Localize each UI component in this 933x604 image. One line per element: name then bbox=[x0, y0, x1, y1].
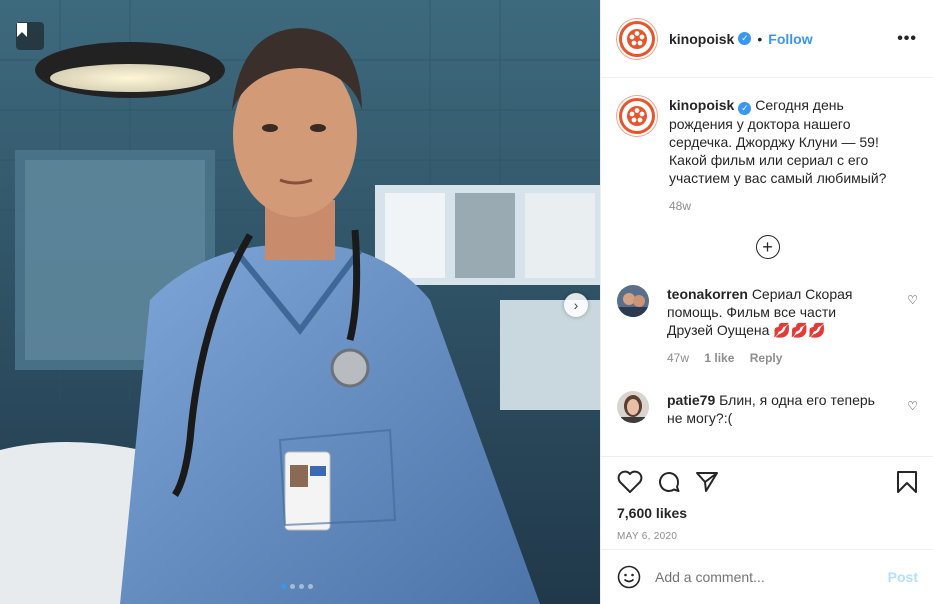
comment-text-block: teonakorren Сериал Скорая помощь. Фильм … bbox=[667, 285, 877, 339]
caption-author-avatar[interactable] bbox=[617, 96, 657, 136]
caption-timestamp[interactable]: 48w bbox=[669, 199, 918, 213]
share-paper-plane-icon[interactable] bbox=[695, 470, 719, 494]
likes-count[interactable]: 7,600 likes bbox=[617, 505, 918, 521]
follow-button[interactable]: Follow bbox=[768, 31, 812, 47]
comment-bubble-icon[interactable] bbox=[657, 470, 681, 494]
post-date[interactable]: MAY 6, 2020 bbox=[617, 531, 918, 542]
author-username[interactable]: kinopoisk bbox=[669, 31, 734, 47]
like-heart-icon[interactable] bbox=[617, 470, 643, 494]
post-header: kinopoisk ✓ • Follow ••• bbox=[601, 0, 933, 78]
post-caption: kinopoisk ✓ Сегодня день рождения у докто… bbox=[617, 96, 918, 187]
bookmark-badge-icon bbox=[16, 22, 44, 50]
verified-badge-icon: ✓ bbox=[738, 32, 752, 45]
comment-timestamp[interactable]: 47w bbox=[667, 351, 689, 365]
comment-username[interactable]: teonakorren bbox=[667, 286, 748, 302]
add-comment-input[interactable] bbox=[655, 569, 888, 585]
comment-item: teonakorren Сериал Скорая помощь. Фильм … bbox=[617, 285, 918, 339]
kinopoisk-logo-icon bbox=[622, 23, 652, 54]
carousel-dot bbox=[281, 584, 286, 589]
commenter-avatar[interactable] bbox=[617, 285, 649, 317]
comment-meta: 47w 1 like Reply bbox=[667, 351, 918, 365]
author-avatar[interactable] bbox=[617, 18, 657, 59]
comment-item: patie79 Блин, я одна его теперь не могу?… bbox=[617, 391, 918, 427]
like-comment-heart-icon[interactable]: ♡ bbox=[907, 293, 918, 307]
carousel-dot bbox=[308, 584, 313, 589]
comment-emoji: 💋💋💋 bbox=[773, 322, 826, 338]
like-comment-heart-icon[interactable]: ♡ bbox=[907, 399, 918, 413]
add-comment-bar: Post bbox=[601, 549, 933, 604]
photo-illustration bbox=[0, 0, 600, 604]
post-comment-button[interactable]: Post bbox=[888, 569, 918, 585]
comment-likes-count[interactable]: 1 like bbox=[704, 351, 734, 365]
comments-list[interactable]: kinopoisk ✓ Сегодня день рождения у докто… bbox=[601, 78, 933, 456]
carousel-next-button[interactable]: › bbox=[564, 293, 588, 317]
post-side-panel: kinopoisk ✓ • Follow ••• kinopoisk ✓ Сег… bbox=[600, 0, 933, 604]
post-image[interactable]: › bbox=[0, 0, 600, 604]
post-actions: 7,600 likes MAY 6, 2020 bbox=[601, 456, 933, 542]
caption-username[interactable]: kinopoisk bbox=[669, 97, 734, 113]
comment-text-block: patie79 Блин, я одна его теперь не могу?… bbox=[667, 391, 877, 427]
commenter-avatar[interactable] bbox=[617, 391, 649, 423]
caption-text-block: kinopoisk ✓ Сегодня день рождения у докто… bbox=[669, 96, 909, 187]
emoji-picker-icon[interactable] bbox=[617, 565, 641, 589]
carousel-indicator bbox=[281, 584, 313, 589]
more-options-icon[interactable]: ••• bbox=[897, 30, 917, 48]
carousel-dot bbox=[299, 584, 304, 589]
verified-badge-icon: ✓ bbox=[738, 102, 752, 115]
comment-username[interactable]: patie79 bbox=[667, 392, 715, 408]
kinopoisk-logo-icon bbox=[622, 101, 652, 131]
reply-button[interactable]: Reply bbox=[750, 351, 783, 365]
carousel-dot bbox=[290, 584, 295, 589]
action-icons-row bbox=[617, 467, 918, 497]
separator-dot: • bbox=[757, 30, 763, 47]
load-more-comments-button[interactable]: + bbox=[755, 235, 780, 259]
save-bookmark-icon[interactable] bbox=[896, 470, 918, 494]
